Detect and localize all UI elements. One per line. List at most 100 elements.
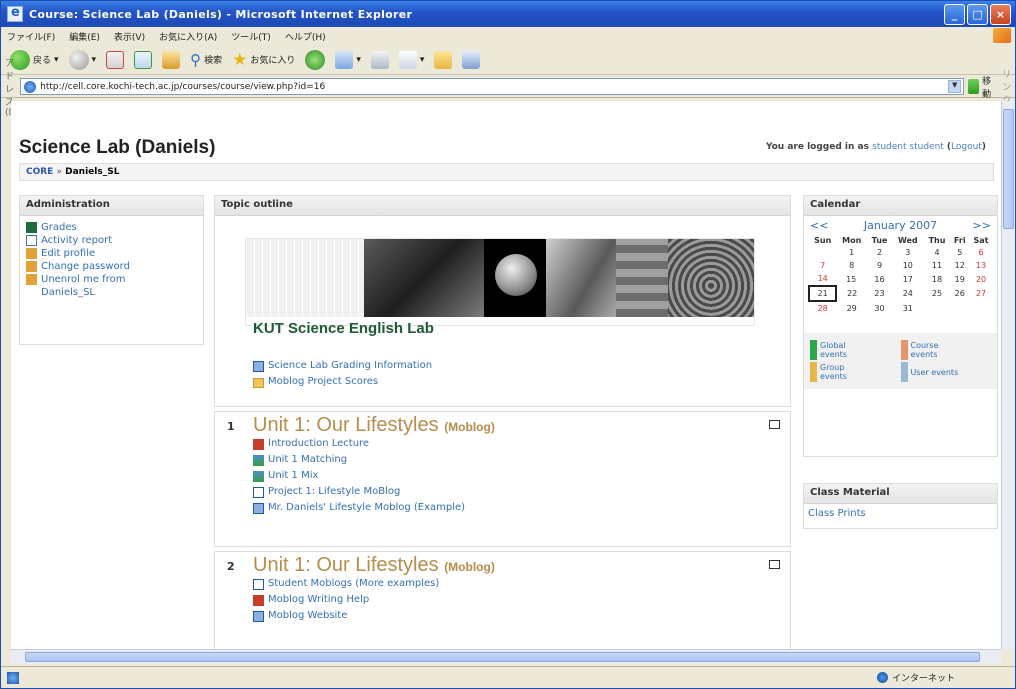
calendar-day[interactable]: 13 <box>969 259 993 272</box>
legend-global-events[interactable]: Global events <box>810 339 901 361</box>
admin-item-change-password[interactable]: Change password <box>26 260 197 273</box>
activity-link[interactable]: Unit 1 Matching <box>253 452 465 468</box>
vertical-scrollbar[interactable] <box>1001 101 1015 649</box>
calendar-prev-link[interactable]: << <box>810 219 828 232</box>
logout-link[interactable]: Logout <box>951 142 982 152</box>
global-swatch <box>810 340 817 360</box>
search-button[interactable]: ⚲ 検索 <box>187 48 225 72</box>
calendar-day[interactable]: 19 <box>950 272 969 286</box>
calendar-day[interactable]: 18 <box>924 272 951 286</box>
menu-edit[interactable]: 編集(E) <box>69 30 100 43</box>
maximize-button[interactable]: □ <box>967 4 988 25</box>
admin-item-grades[interactable]: Grades <box>26 221 197 234</box>
go-button[interactable]: 移動 <box>968 74 995 100</box>
folder-button[interactable] <box>431 48 455 72</box>
admin-item-activity-report[interactable]: Activity report <box>26 234 197 247</box>
calendar-day[interactable]: 3 <box>892 246 923 259</box>
horizontal-scroll-thumb[interactable] <box>25 652 980 662</box>
back-label: 戻る <box>33 56 52 66</box>
legend-label: Global events <box>820 341 847 359</box>
calendar-day[interactable]: 25 <box>924 286 951 301</box>
calendar-day[interactable]: 4 <box>924 246 951 259</box>
calendar-day[interactable]: 24 <box>892 286 923 301</box>
calendar-day[interactable]: 8 <box>836 259 867 272</box>
home-button[interactable] <box>159 48 183 72</box>
forward-button[interactable]: ▾ <box>66 48 100 72</box>
calendar-day[interactable]: 29 <box>836 301 867 315</box>
legend-group-events[interactable]: Group events <box>810 361 901 383</box>
calendar-day[interactable]: 9 <box>867 259 892 272</box>
moon-image <box>484 239 546 317</box>
calendar-day[interactable]: 27 <box>969 286 993 301</box>
calendar-day[interactable]: 17 <box>892 272 923 286</box>
mail-button[interactable]: ▾ <box>332 48 364 72</box>
calendar-day[interactable]: 1 <box>836 246 867 259</box>
calendar-day[interactable]: 20 <box>969 272 993 286</box>
calendar-day[interactable]: 23 <box>867 286 892 301</box>
horizontal-scrollbar[interactable] <box>11 649 1001 664</box>
unit-title-text: Unit 1: Our Lifestyles <box>253 554 439 576</box>
menu-help[interactable]: ヘルプ(H) <box>285 30 326 43</box>
calendar-day[interactable]: 7 <box>809 259 836 272</box>
legend-user-events[interactable]: User events <box>900 361 992 383</box>
calendar-day[interactable]: 2 <box>867 246 892 259</box>
calendar-day[interactable]: 6 <box>969 246 993 259</box>
close-button[interactable]: × <box>990 4 1011 25</box>
topic-outline-heading: Topic outline <box>215 196 790 216</box>
legend-label: User events <box>910 367 959 377</box>
address-dropdown-icon[interactable]: ▼ <box>948 80 962 93</box>
page-title: Science Lab (Daniels) <box>19 137 216 158</box>
activity-link[interactable]: Moblog Website <box>253 608 439 624</box>
calendar-day[interactable]: 10 <box>892 259 923 272</box>
activity-link[interactable]: Introduction Lecture <box>253 436 465 452</box>
menu-file[interactable]: ファイル(F) <box>7 30 55 43</box>
vertical-scroll-thumb[interactable] <box>1003 109 1014 229</box>
print-button[interactable] <box>368 48 392 72</box>
history-button[interactable] <box>302 48 328 72</box>
activity-link[interactable]: Student Moblogs (More examples) <box>253 576 439 592</box>
calendar-day[interactable]: 14 <box>809 272 836 286</box>
calendar-day[interactable]: 5 <box>950 246 969 259</box>
research-button[interactable] <box>459 48 483 72</box>
window-title: Course: Science Lab (Daniels) - Microsof… <box>29 7 413 21</box>
grading-info-link[interactable]: Science Lab Grading Information <box>253 358 432 374</box>
project-scores-link[interactable]: Moblog Project Scores <box>253 374 432 390</box>
calendar-day[interactable]: 22 <box>836 286 867 301</box>
calendar-day[interactable]: 26 <box>950 286 969 301</box>
calendar-day[interactable]: 31 <box>892 301 923 315</box>
calendar-day[interactable]: 16 <box>867 272 892 286</box>
calendar-day[interactable]: 12 <box>950 259 969 272</box>
class-material-heading: Class Material <box>804 484 997 504</box>
calendar-day[interactable]: 15 <box>836 272 867 286</box>
refresh-button[interactable] <box>131 48 155 72</box>
calendar-day[interactable]: 28 <box>809 301 836 315</box>
menu-view[interactable]: 表示(V) <box>114 30 145 43</box>
class-prints-link[interactable]: Class Prints <box>804 504 997 523</box>
login-user-link[interactable]: student student <box>872 142 944 152</box>
activity-link[interactable]: Project 1: Lifestyle MoBlog <box>253 484 465 500</box>
activity-link[interactable]: Mr. Daniels' Lifestyle Moblog (Example) <box>253 500 465 516</box>
favorites-button[interactable]: ★ お気に入り <box>229 48 298 72</box>
hide-toggle-icon[interactable] <box>769 560 780 569</box>
calendar-month[interactable]: January 2007 <box>864 219 937 232</box>
edit-button[interactable]: ▾ <box>396 48 428 72</box>
calendar-day[interactable]: 30 <box>867 301 892 315</box>
stop-button[interactable] <box>103 48 127 72</box>
forward-arrow-icon <box>68 49 89 70</box>
admin-item-edit-profile[interactable]: Edit profile <box>26 247 197 260</box>
breadcrumb-core-link[interactable]: CORE <box>26 167 53 177</box>
calendar-next-link[interactable]: >> <box>973 219 991 232</box>
address-input[interactable]: http://cell.core.kochi-tech.ac.jp/course… <box>20 78 965 95</box>
legend-course-events[interactable]: Course events <box>900 339 992 361</box>
menu-favorites[interactable]: お気に入り(A) <box>159 30 217 43</box>
admin-item-unenrol[interactable]: Unenrol me from Daniels_SL <box>26 273 197 299</box>
menu-tools[interactable]: ツール(T) <box>231 30 271 43</box>
project-scores-label: Moblog Project Scores <box>268 376 379 387</box>
hide-toggle-icon[interactable] <box>769 420 780 429</box>
calendar-day-today[interactable]: 21 <box>807 285 838 302</box>
activity-link[interactable]: Unit 1 Mix <box>253 468 465 484</box>
activity-link[interactable]: Moblog Writing Help <box>253 592 439 608</box>
calendar-day[interactable]: 11 <box>924 259 951 272</box>
edit-profile-icon <box>26 248 37 259</box>
minimize-button[interactable]: _ <box>944 4 965 25</box>
